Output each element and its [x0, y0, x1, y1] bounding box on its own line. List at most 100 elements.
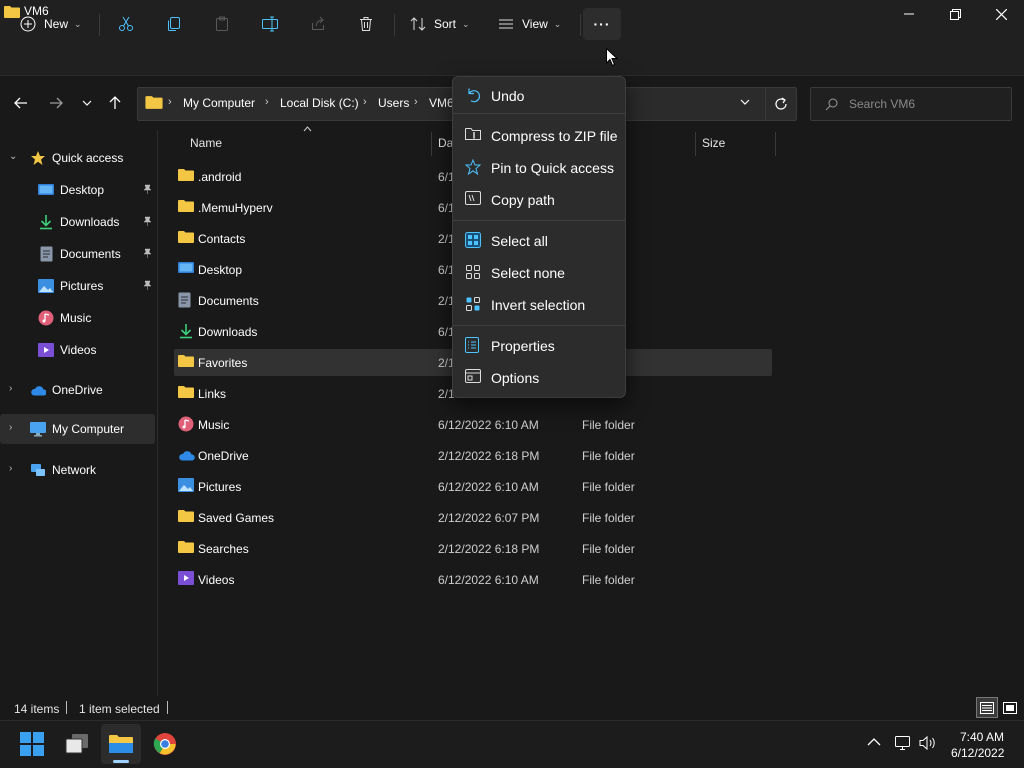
- restore-button[interactable]: [932, 0, 978, 28]
- item-count: 14 items: [14, 702, 60, 716]
- breadcrumb-chevron[interactable]: ›: [265, 96, 269, 108]
- start-button[interactable]: [12, 724, 52, 764]
- nav-quick-access[interactable]: ⌄ Quick access: [0, 143, 156, 173]
- file-type: File folder: [582, 449, 635, 463]
- network-status-button[interactable]: [894, 735, 912, 751]
- music-icon: [178, 416, 194, 432]
- chrome-taskbar-button[interactable]: [145, 724, 185, 764]
- file-row[interactable]: Videos 6/12/2022 6:10 AM File folder: [174, 566, 772, 593]
- nav-network[interactable]: › Network: [0, 455, 156, 485]
- tiles-view-icon: [1003, 701, 1017, 714]
- delete-button[interactable]: [350, 8, 382, 40]
- menu-item-copy-path[interactable]: Copy path: [457, 184, 623, 214]
- address-history-button[interactable]: [740, 99, 750, 105]
- file-row[interactable]: Pictures 6/12/2022 6:10 AM File folder: [174, 473, 772, 500]
- breadcrumb-chevron[interactable]: ›: [414, 96, 418, 108]
- close-button[interactable]: [978, 0, 1024, 28]
- document-icon: [178, 292, 194, 308]
- cloud-icon: [30, 382, 46, 398]
- new-button[interactable]: New ⌄: [14, 8, 88, 40]
- clock-date[interactable]: 6/12/2022: [951, 746, 1004, 760]
- menu-item-properties[interactable]: Properties: [457, 330, 623, 360]
- up-button[interactable]: [102, 90, 128, 116]
- sort-button[interactable]: Sort ⌄: [404, 8, 478, 40]
- forward-button[interactable]: [43, 90, 69, 116]
- view-label: View: [522, 17, 548, 31]
- copy-path-icon: [465, 191, 481, 207]
- search-box[interactable]: Search VM6: [810, 87, 1012, 121]
- cut-button[interactable]: [110, 8, 142, 40]
- paste-button[interactable]: [206, 8, 238, 40]
- scissors-icon: [118, 16, 134, 32]
- chevron-right-icon[interactable]: ›: [9, 463, 12, 474]
- column-name[interactable]: Name: [190, 136, 222, 150]
- nav-music[interactable]: Music: [0, 303, 156, 333]
- file-name: Documents: [198, 294, 259, 308]
- minimize-button[interactable]: [886, 0, 932, 28]
- task-view-button[interactable]: [57, 724, 97, 764]
- file-row[interactable]: OneDrive 2/12/2022 6:18 PM File folder: [174, 442, 772, 469]
- properties-icon: [465, 337, 481, 353]
- back-button[interactable]: [8, 90, 34, 116]
- chevron-down-icon[interactable]: ⌄: [9, 151, 17, 162]
- breadcrumb-chevron[interactable]: ›: [168, 96, 172, 108]
- arrow-left-icon: [14, 97, 28, 109]
- breadcrumb-vm6[interactable]: VM6: [429, 96, 454, 110]
- menu-item-select-none[interactable]: Select none: [457, 257, 623, 287]
- breadcrumb-users[interactable]: Users: [378, 96, 409, 110]
- folder-icon: [178, 168, 194, 184]
- file-explorer-taskbar-button[interactable]: [101, 724, 141, 764]
- chrome-icon: [153, 732, 177, 756]
- file-row[interactable]: Saved Games 2/12/2022 6:07 PM File folde…: [174, 504, 772, 531]
- nav-my-computer[interactable]: › My Computer: [0, 414, 155, 444]
- nav-onedrive[interactable]: › OneDrive: [0, 375, 156, 405]
- download-icon: [38, 214, 54, 230]
- menu-item-options[interactable]: Options: [457, 362, 623, 392]
- volume-button[interactable]: [919, 735, 937, 751]
- clipboard-icon: [214, 16, 230, 32]
- see-more-button[interactable]: ···: [583, 8, 621, 40]
- column-divider[interactable]: [431, 132, 432, 156]
- nav-videos[interactable]: Videos: [0, 335, 156, 365]
- menu-item-select-all[interactable]: Select all: [457, 225, 623, 255]
- toolbar-divider: [99, 14, 100, 36]
- chevron-right-icon[interactable]: ›: [9, 383, 12, 394]
- picture-icon: [178, 478, 194, 494]
- menu-item-compress[interactable]: Compress to ZIP file: [457, 120, 623, 150]
- share-button[interactable]: [302, 8, 334, 40]
- nav-desktop[interactable]: Desktop: [0, 175, 156, 205]
- column-size[interactable]: Size: [702, 136, 725, 150]
- nav-label: OneDrive: [52, 383, 103, 397]
- column-divider[interactable]: [695, 132, 696, 156]
- view-button[interactable]: View ⌄: [492, 8, 570, 40]
- show-hidden-icons-button[interactable]: [867, 737, 881, 746]
- file-row[interactable]: Music 6/12/2022 6:10 AM File folder: [174, 411, 772, 438]
- nav-documents[interactable]: Documents: [0, 239, 156, 269]
- file-row[interactable]: Searches 2/12/2022 6:18 PM File folder: [174, 535, 772, 562]
- tiles-view-button[interactable]: [999, 697, 1021, 718]
- folder-icon: [178, 354, 194, 370]
- mouse-cursor: [606, 48, 618, 67]
- menu-item-invert-selection[interactable]: Invert selection: [457, 289, 623, 319]
- menu-item-undo[interactable]: Undo: [457, 80, 623, 110]
- select-none-icon: [465, 264, 481, 280]
- breadcrumb-my-computer[interactable]: My Computer: [183, 96, 255, 110]
- file-name: Videos: [198, 573, 235, 587]
- menu-item-pin[interactable]: Pin to Quick access: [457, 152, 623, 182]
- details-view-button[interactable]: [976, 697, 998, 718]
- rename-button[interactable]: [254, 8, 286, 40]
- nav-downloads[interactable]: Downloads: [0, 207, 156, 237]
- chevron-down-icon: [740, 99, 750, 105]
- column-divider[interactable]: [775, 132, 776, 156]
- chevron-right-icon[interactable]: ›: [9, 422, 12, 433]
- recent-locations-button[interactable]: [74, 90, 100, 116]
- clock-time[interactable]: 7:40 AM: [960, 730, 1004, 744]
- copy-button[interactable]: [158, 8, 190, 40]
- plus-circle-icon: [20, 16, 36, 32]
- nav-pictures[interactable]: Pictures: [0, 271, 156, 301]
- status-divider: [167, 701, 168, 714]
- refresh-button[interactable]: [765, 88, 795, 120]
- see-more-menu: Undo Compress to ZIP file Pin to Quick a…: [452, 76, 626, 398]
- breadcrumb-local-disk[interactable]: Local Disk (C:): [280, 96, 359, 110]
- breadcrumb-chevron[interactable]: ›: [363, 96, 367, 108]
